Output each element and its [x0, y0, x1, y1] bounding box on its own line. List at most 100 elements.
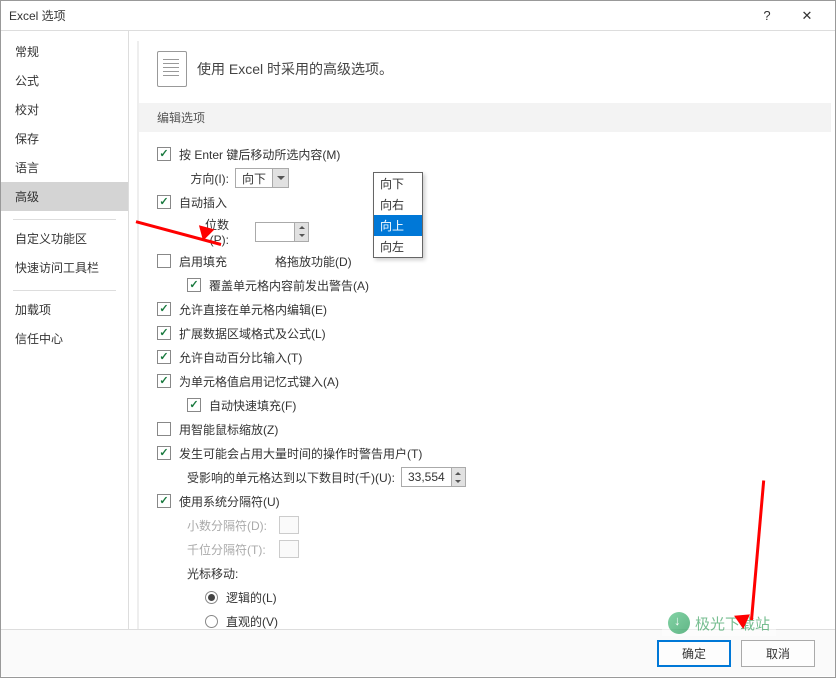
watermark-icon [668, 612, 690, 634]
row-enter-move: 按 Enter 键后移动所选内容(M) [157, 142, 831, 166]
label-extend-fmt: 扩展数据区域格式及公式(L) [179, 325, 326, 342]
direction-dropdown[interactable]: 向下 向右 向上 向左 [373, 172, 423, 258]
nav-addins[interactable]: 加载项 [1, 295, 128, 324]
checkbox-allow-pct[interactable] [157, 350, 171, 364]
input-thousand-sep[interactable] [279, 540, 299, 558]
content-pane: 使用 Excel 时采用的高级选项。 编辑选项 按 Enter 键后移动所选内容… [137, 41, 831, 629]
label-memo-input: 为单元格值启用记忆式键入(A) [179, 373, 339, 390]
combo-direction-value: 向下 [236, 170, 272, 187]
spinner-affected-cells[interactable]: 33,554 [401, 467, 466, 487]
title-bar: Excel 选项 ? ✕ [1, 1, 835, 31]
dialog-footer: 确定 取消 [1, 629, 835, 676]
help-button[interactable]: ? [747, 1, 787, 31]
nav-custom-ribbon[interactable]: 自定义功能区 [1, 224, 128, 253]
row-cursor-label: 光标移动: [157, 561, 831, 585]
row-logical: 逻辑的(L) [157, 585, 831, 609]
spinner-arrows-icon [451, 468, 465, 486]
nav-quick-access[interactable]: 快速访问工具栏 [1, 253, 128, 282]
row-digits: 位数(P): [157, 214, 831, 249]
nav-proofing[interactable]: 校对 [1, 95, 128, 124]
row-allow-edit: 允许直接在单元格内编辑(E) [157, 297, 831, 321]
nav-language[interactable]: 语言 [1, 153, 128, 182]
sidebar-group-1: 常规 公式 校对 保存 语言 高级 [1, 37, 128, 215]
dialog-body: 常规 公式 校对 保存 语言 高级 自定义功能区 快速访问工具栏 加载项 信任中… [1, 31, 835, 629]
nav-trust[interactable]: 信任中心 [1, 324, 128, 353]
row-affected-cells: 受影响的单元格达到以下数目时(千)(U): 33,554 [157, 465, 831, 489]
window-title: Excel 选项 [9, 7, 747, 24]
spinner-arrows-icon [294, 223, 308, 241]
spinner-affected-cells-value: 33,554 [402, 468, 451, 486]
chevron-down-icon [272, 169, 288, 187]
row-thousand-sep: 千位分隔符(T): [157, 537, 831, 561]
row-overwrite-warn: 覆盖单元格内容前发出警告(A) [157, 273, 831, 297]
row-decimal-sep: 小数分隔符(D): [157, 513, 831, 537]
label-flash-fill: 自动快速填充(F) [209, 397, 296, 414]
label-enable-fill-suffix: 格拖放功能(D) [275, 253, 352, 270]
label-thousand-sep: 千位分隔符(T): [187, 541, 279, 558]
dd-item-left[interactable]: 向左 [374, 236, 422, 257]
content-header-text: 使用 Excel 时采用的高级选项。 [197, 59, 393, 79]
nav-formulas[interactable]: 公式 [1, 66, 128, 95]
radio-logical[interactable] [205, 591, 218, 604]
row-sys-sep: 使用系统分隔符(U) [157, 489, 831, 513]
checkbox-allow-edit[interactable] [157, 302, 171, 316]
dd-item-right[interactable]: 向右 [374, 194, 422, 215]
sidebar: 常规 公式 校对 保存 语言 高级 自定义功能区 快速访问工具栏 加载项 信任中… [1, 31, 129, 629]
nav-general[interactable]: 常规 [1, 37, 128, 66]
cancel-button[interactable]: 取消 [741, 640, 815, 667]
input-decimal-sep[interactable] [279, 516, 299, 534]
label-warn-long-op: 发生可能会占用大量时间的操作时警告用户(T) [179, 445, 422, 462]
nav-save[interactable]: 保存 [1, 124, 128, 153]
checkbox-sys-sep[interactable] [157, 494, 171, 508]
dd-item-down[interactable]: 向下 [374, 173, 422, 194]
checkbox-auto-insert[interactable] [157, 195, 171, 209]
label-allow-edit: 允许直接在单元格内编辑(E) [179, 301, 327, 318]
section-edit-options: 编辑选项 [139, 103, 831, 132]
row-memo-input: 为单元格值启用记忆式键入(A) [157, 369, 831, 393]
sidebar-divider-2 [13, 290, 116, 291]
label-intelli-zoom: 用智能鼠标缩放(Z) [179, 421, 278, 438]
checkbox-warn-long-op[interactable] [157, 446, 171, 460]
label-direction: 方向(I): [187, 170, 229, 187]
spinner-digits[interactable] [255, 222, 309, 242]
watermark: 极光下载站 [662, 610, 776, 636]
sidebar-group-3: 加载项 信任中心 [1, 295, 128, 357]
row-intelli-zoom: 用智能鼠标缩放(Z) [157, 417, 831, 441]
radio-intuitive[interactable] [205, 615, 218, 628]
close-button[interactable]: ✕ [787, 1, 827, 31]
row-direction: 方向(I): 向下 [157, 166, 831, 190]
combo-direction[interactable]: 向下 [235, 168, 289, 188]
row-flash-fill: 自动快速填充(F) [157, 393, 831, 417]
label-auto-insert: 自动插入 [179, 194, 227, 211]
spinner-digits-value [256, 223, 294, 241]
label-allow-pct: 允许自动百分比输入(T) [179, 349, 302, 366]
checkbox-flash-fill[interactable] [187, 398, 201, 412]
label-sys-sep: 使用系统分隔符(U) [179, 493, 280, 510]
row-warn-long-op: 发生可能会占用大量时间的操作时警告用户(T) [157, 441, 831, 465]
options-panel: 按 Enter 键后移动所选内容(M) 方向(I): 向下 自动插入 位数(P)… [139, 132, 831, 629]
checkbox-enter-move[interactable] [157, 147, 171, 161]
row-auto-insert: 自动插入 [157, 190, 831, 214]
ok-button[interactable]: 确定 [657, 640, 731, 667]
checkbox-enable-fill[interactable] [157, 254, 171, 268]
checkbox-extend-fmt[interactable] [157, 326, 171, 340]
label-digits: 位数(P): [187, 216, 229, 247]
label-decimal-sep: 小数分隔符(D): [187, 517, 279, 534]
row-extend-fmt: 扩展数据区域格式及公式(L) [157, 321, 831, 345]
checkbox-intelli-zoom[interactable] [157, 422, 171, 436]
nav-advanced[interactable]: 高级 [1, 182, 128, 211]
document-icon [157, 51, 187, 87]
label-overwrite-warn: 覆盖单元格内容前发出警告(A) [209, 277, 369, 294]
label-cursor-move: 光标移动: [187, 565, 238, 582]
label-affected-cells: 受影响的单元格达到以下数目时(千)(U): [187, 469, 395, 486]
content-header: 使用 Excel 时采用的高级选项。 [139, 41, 831, 103]
sidebar-group-2: 自定义功能区 快速访问工具栏 [1, 224, 128, 286]
dd-item-up[interactable]: 向上 [374, 215, 422, 236]
label-enable-fill: 启用填充 [179, 253, 227, 270]
label-logical: 逻辑的(L) [226, 589, 277, 606]
sidebar-divider-1 [13, 219, 116, 220]
row-allow-pct: 允许自动百分比输入(T) [157, 345, 831, 369]
row-enable-fill: 启用填充 格拖放功能(D) [157, 249, 831, 273]
checkbox-overwrite-warn[interactable] [187, 278, 201, 292]
checkbox-memo-input[interactable] [157, 374, 171, 388]
